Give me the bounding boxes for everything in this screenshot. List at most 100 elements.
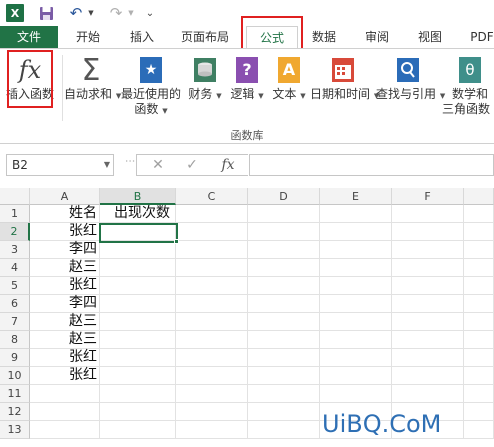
row-header-8[interactable]: 8 — [0, 331, 30, 349]
tab-review[interactable]: 审阅 — [356, 26, 398, 48]
cell-f9[interactable] — [392, 349, 464, 367]
cell-b8[interactable] — [100, 331, 176, 349]
cancel-icon[interactable]: ✕ — [145, 155, 171, 175]
cell-d10[interactable] — [248, 367, 320, 385]
tab-page-layout[interactable]: 页面布局 — [172, 26, 238, 48]
autosum-button[interactable]: Σ 自动求和 ▼ — [64, 53, 121, 104]
enter-icon[interactable]: ✓ — [179, 155, 205, 175]
undo-icon[interactable]: ↶ — [68, 4, 84, 22]
cell-a1[interactable]: 姓名 — [30, 205, 100, 223]
cell-a7[interactable]: 赵三 — [30, 313, 100, 331]
cell-a9[interactable]: 张红 — [30, 349, 100, 367]
cell-c7[interactable] — [176, 313, 248, 331]
cell-d5[interactable] — [248, 277, 320, 295]
row-header-10[interactable]: 10 — [0, 367, 30, 385]
cell-g7[interactable] — [464, 313, 494, 331]
cell-a6[interactable]: 李四 — [30, 295, 100, 313]
cell-a2[interactable]: 张红 — [30, 223, 100, 241]
cell-e4[interactable] — [320, 259, 392, 277]
cell-a5[interactable]: 张红 — [30, 277, 100, 295]
financial-button[interactable]: 财务 ▼ — [186, 53, 224, 104]
cell-c5[interactable] — [176, 277, 248, 295]
cell-f3[interactable] — [392, 241, 464, 259]
cell-f4[interactable] — [392, 259, 464, 277]
name-box[interactable]: B2 ▼ — [6, 154, 114, 176]
cell-e7[interactable] — [320, 313, 392, 331]
cell-g9[interactable] — [464, 349, 494, 367]
cell-b4[interactable] — [100, 259, 176, 277]
cell-a3[interactable]: 李四 — [30, 241, 100, 259]
column-header-a[interactable]: A — [30, 188, 100, 205]
tab-home[interactable]: 开始 — [64, 26, 112, 48]
cell-g3[interactable] — [464, 241, 494, 259]
redo-dropdown-icon[interactable]: ▼ — [127, 4, 135, 22]
cell-g11[interactable] — [464, 385, 494, 403]
cell-f11[interactable] — [392, 385, 464, 403]
cell-e11[interactable] — [320, 385, 392, 403]
tab-view[interactable]: 视图 — [408, 26, 452, 48]
cell-b5[interactable] — [100, 277, 176, 295]
cell-b7[interactable] — [100, 313, 176, 331]
select-all-corner[interactable] — [0, 188, 30, 205]
cell-b1[interactable]: 出现次数 — [100, 205, 176, 223]
cell-g12[interactable] — [464, 403, 494, 421]
active-cell-b2[interactable] — [99, 223, 178, 243]
row-header-12[interactable]: 12 — [0, 403, 30, 421]
cell-c3[interactable] — [176, 241, 248, 259]
row-header-11[interactable]: 11 — [0, 385, 30, 403]
fill-handle[interactable] — [174, 239, 179, 244]
cell-b13[interactable] — [100, 421, 176, 439]
cell-e2[interactable] — [320, 223, 392, 241]
cell-g13[interactable] — [464, 421, 494, 439]
cell-f5[interactable] — [392, 277, 464, 295]
tab-data[interactable]: 数据 — [303, 26, 345, 48]
cell-c10[interactable] — [176, 367, 248, 385]
cell-a10[interactable]: 张红 — [30, 367, 100, 385]
cell-e1[interactable] — [320, 205, 392, 223]
cell-e8[interactable] — [320, 331, 392, 349]
cell-d8[interactable] — [248, 331, 320, 349]
cell-d6[interactable] — [248, 295, 320, 313]
cell-c13[interactable] — [176, 421, 248, 439]
tab-file[interactable]: 文件 — [0, 26, 58, 48]
cell-a11[interactable] — [30, 385, 100, 403]
name-box-dropdown-icon[interactable]: ▼ — [104, 155, 110, 175]
cell-b6[interactable] — [100, 295, 176, 313]
cell-e5[interactable] — [320, 277, 392, 295]
cell-e3[interactable] — [320, 241, 392, 259]
row-header-13[interactable]: 13 — [0, 421, 30, 439]
cell-c4[interactable] — [176, 259, 248, 277]
cell-d13[interactable] — [248, 421, 320, 439]
cell-g4[interactable] — [464, 259, 494, 277]
formula-bar-resize-icon[interactable]: ⋮ — [124, 156, 135, 165]
column-header-f[interactable]: F — [392, 188, 464, 205]
cell-g1[interactable] — [464, 205, 494, 223]
column-header-e[interactable]: E — [320, 188, 392, 205]
recently-used-button[interactable]: ★ 最近使用的 函数 ▼ — [118, 53, 184, 119]
column-header-c[interactable]: C — [176, 188, 248, 205]
cell-g6[interactable] — [464, 295, 494, 313]
cell-b9[interactable] — [100, 349, 176, 367]
row-header-7[interactable]: 7 — [0, 313, 30, 331]
cell-b10[interactable] — [100, 367, 176, 385]
row-header-3[interactable]: 3 — [0, 241, 30, 259]
cell-e6[interactable] — [320, 295, 392, 313]
column-header-b[interactable]: B — [100, 188, 176, 205]
insert-function-fx-icon[interactable]: fx — [215, 155, 241, 175]
cell-a13[interactable] — [30, 421, 100, 439]
cell-d2[interactable] — [248, 223, 320, 241]
cell-c11[interactable] — [176, 385, 248, 403]
cell-c1[interactable] — [176, 205, 248, 223]
row-header-2[interactable]: 2 — [0, 223, 30, 241]
cell-e10[interactable] — [320, 367, 392, 385]
column-header-g[interactable] — [464, 188, 494, 205]
cell-c12[interactable] — [176, 403, 248, 421]
cell-b12[interactable] — [100, 403, 176, 421]
column-header-d[interactable]: D — [248, 188, 320, 205]
undo-dropdown-icon[interactable]: ▼ — [87, 4, 95, 22]
cell-c6[interactable] — [176, 295, 248, 313]
cell-c2[interactable] — [176, 223, 248, 241]
cell-d3[interactable] — [248, 241, 320, 259]
cell-c9[interactable] — [176, 349, 248, 367]
cell-b11[interactable] — [100, 385, 176, 403]
